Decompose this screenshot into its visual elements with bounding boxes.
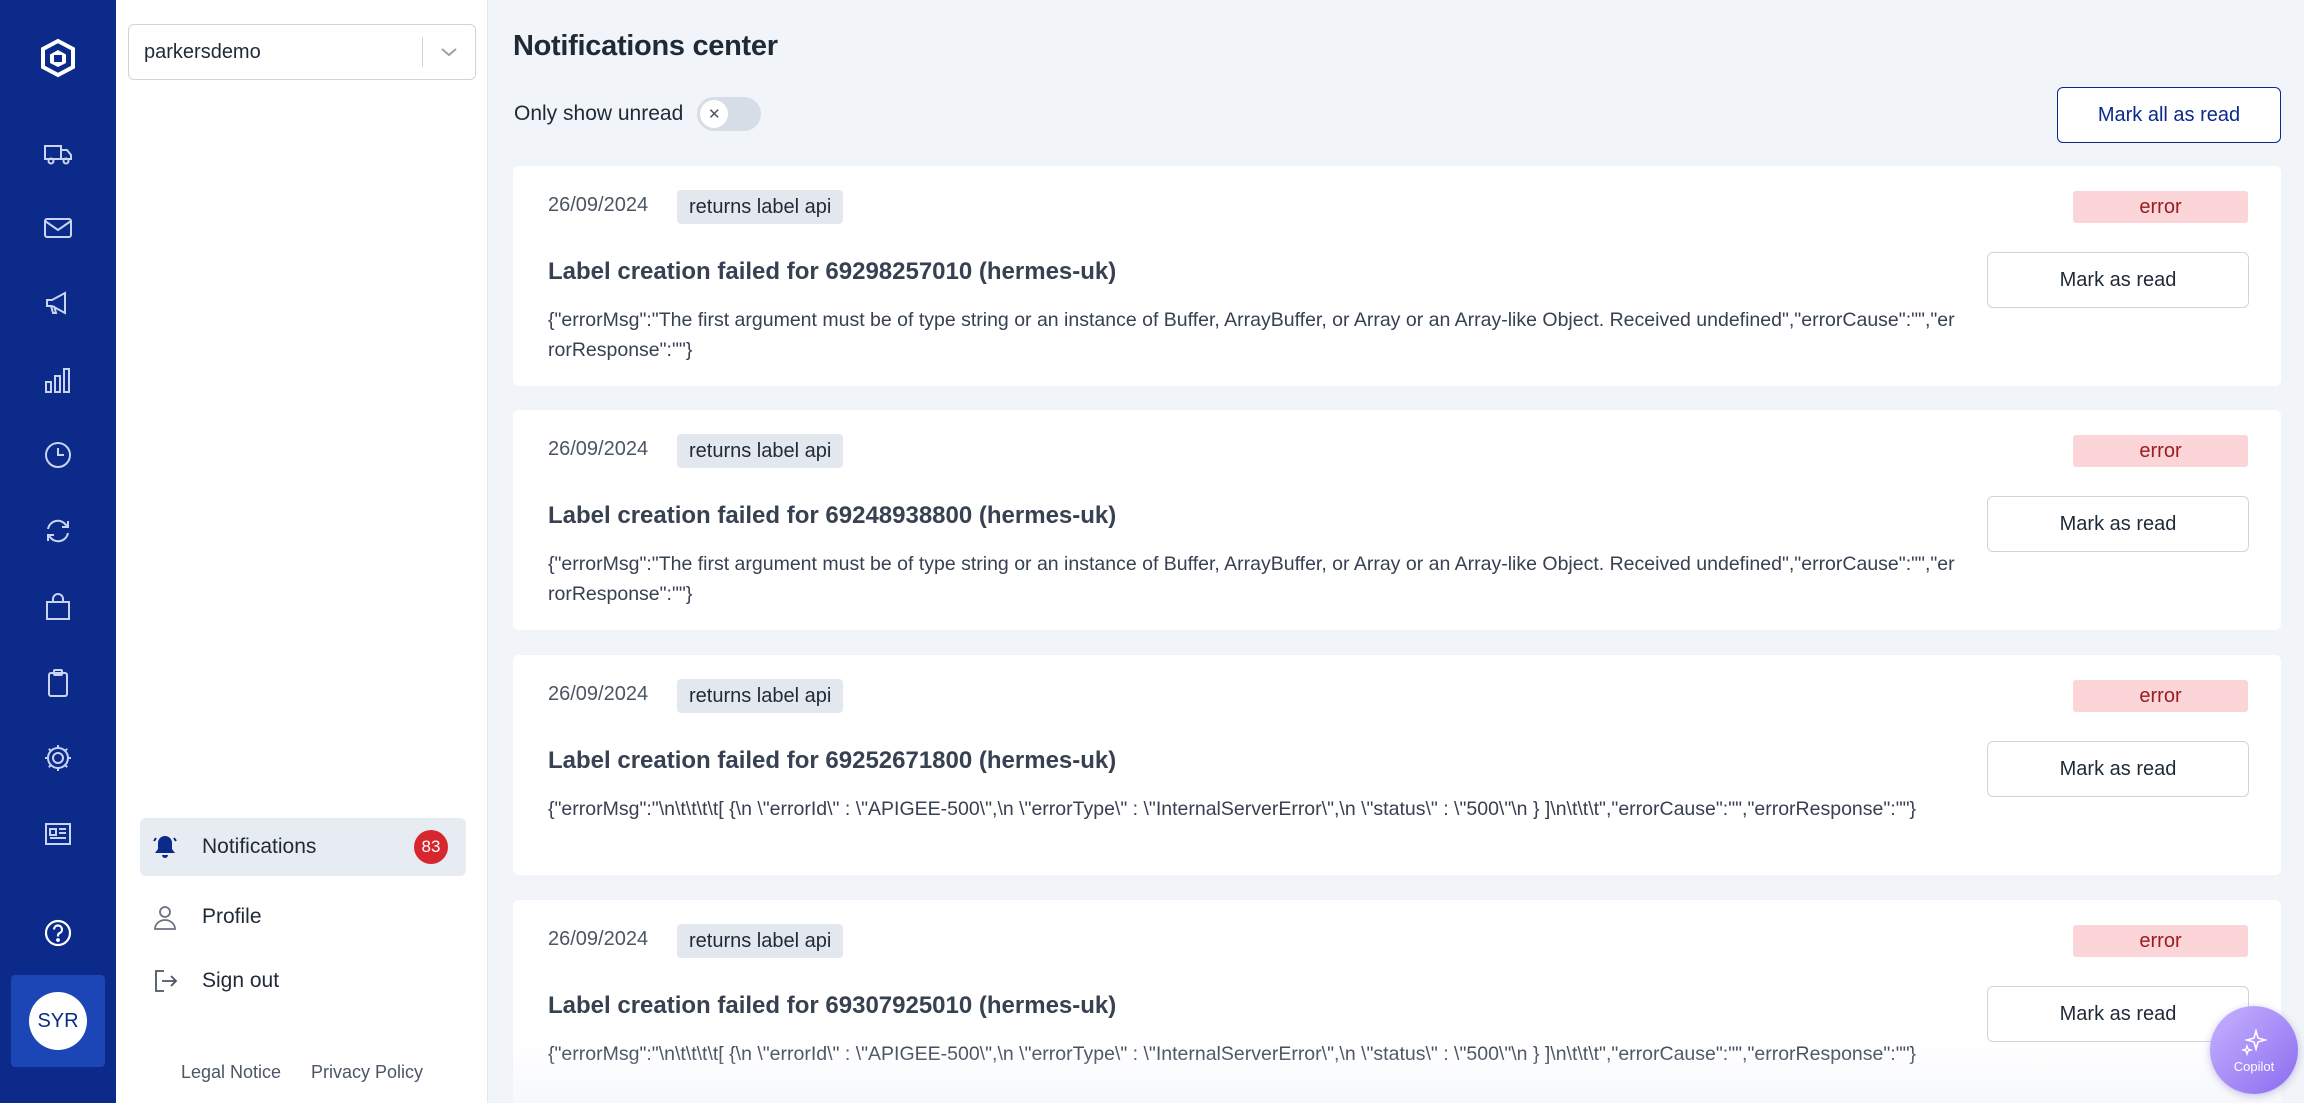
help-icon[interactable] [40, 915, 76, 951]
status-badge: error [2073, 925, 2248, 957]
refresh-icon[interactable] [40, 513, 76, 549]
page-title: Notifications center [513, 30, 778, 62]
sidebar-item-label: Sign out [202, 969, 280, 992]
notification-tag: returns label api [677, 679, 844, 713]
notification-count-badge: 83 [414, 830, 448, 864]
mark-as-read-button[interactable]: Mark as read [1987, 496, 2249, 552]
shopping-bag-icon[interactable] [40, 589, 76, 625]
legal-notice-link[interactable]: Legal Notice [181, 1062, 281, 1083]
organization-select-value: parkersdemo [144, 40, 261, 63]
unread-filter: Only show unread ✕ [514, 97, 762, 131]
notification-body: {"errorMsg":"\n\t\t\t\t[ {\n \"errorId\"… [548, 1043, 1917, 1065]
bell-icon [150, 832, 180, 862]
notification-date: 26/09/2024 [548, 438, 649, 460]
sidebar-item-notifications[interactable]: Notifications 83 [140, 818, 466, 876]
notification-title: Label creation failed for 69252671800 (h… [548, 747, 1117, 774]
sidebar: parkersdemo Notifications 83 Profile Sig… [116, 0, 488, 1103]
privacy-policy-link[interactable]: Privacy Policy [311, 1062, 423, 1083]
notification-card: 26/09/2024 returns label api error Label… [513, 900, 2281, 1103]
notification-card: 26/09/2024 returns label api error Label… [513, 166, 2281, 386]
mark-all-as-read-button[interactable]: Mark all as read [2057, 87, 2281, 143]
notification-date: 26/09/2024 [548, 194, 649, 216]
notification-body: {"errorMsg":"\n\t\t\t\t[ {\n \"errorId\"… [548, 798, 1917, 820]
notification-tag: returns label api [677, 190, 844, 224]
notification-title: Label creation failed for 69298257010 (h… [548, 258, 1117, 285]
close-icon: ✕ [700, 100, 729, 128]
status-badge: error [2073, 191, 2248, 223]
mark-as-read-button[interactable]: Mark as read [1987, 986, 2249, 1042]
user-menu[interactable]: SYR [11, 975, 105, 1067]
main-content: Notifications center Only show unread ✕ … [488, 0, 2304, 1103]
truck-icon[interactable] [40, 135, 76, 171]
settings-icon[interactable] [40, 740, 76, 776]
notification-date: 26/09/2024 [548, 683, 649, 705]
newspaper-icon[interactable] [40, 816, 76, 852]
copilot-button[interactable]: Copilot [2210, 1006, 2298, 1094]
sidebar-item-label: Notifications [202, 835, 317, 858]
notification-date: 26/09/2024 [548, 928, 649, 950]
notification-tag: returns label api [677, 924, 844, 958]
avatar: SYR [29, 992, 87, 1050]
clipboard-icon[interactable] [40, 665, 76, 701]
notification-card: 26/09/2024 returns label api error Label… [513, 410, 2281, 630]
notification-tag: returns label api [677, 434, 844, 468]
notification-title: Label creation failed for 69307925010 (h… [548, 992, 1117, 1019]
clock-icon[interactable] [40, 437, 76, 473]
notification-card: 26/09/2024 returns label api error Label… [513, 655, 2281, 875]
sparkles-icon [2240, 1027, 2268, 1056]
only-unread-label: Only show unread [514, 102, 684, 125]
status-badge: error [2073, 680, 2248, 712]
notification-body: {"errorMsg":"The first argument must be … [548, 309, 1955, 361]
sidebar-item-profile[interactable]: Profile [140, 888, 466, 946]
mark-as-read-button[interactable]: Mark as read [1987, 252, 2249, 308]
chevron-down-icon[interactable] [423, 46, 475, 58]
sidebar-item-sign-out[interactable]: Sign out [140, 952, 466, 1010]
copilot-label: Copilot [2233, 1058, 2275, 1074]
mark-as-read-button[interactable]: Mark as read [1987, 741, 2249, 797]
notification-body: {"errorMsg":"The first argument must be … [548, 553, 1955, 605]
icon-rail: SYR [0, 0, 116, 1103]
sidebar-item-label: Profile [202, 905, 262, 928]
bar-chart-icon[interactable] [40, 362, 76, 398]
mail-icon[interactable] [40, 210, 76, 246]
sign-out-icon [150, 966, 180, 996]
app-logo-icon[interactable] [38, 38, 78, 78]
user-icon [150, 902, 180, 932]
sidebar-footer: Legal Notice Privacy Policy [116, 1062, 488, 1083]
notification-title: Label creation failed for 69248938800 (h… [548, 502, 1117, 529]
organization-select[interactable]: parkersdemo [128, 24, 476, 80]
only-unread-toggle[interactable]: ✕ [697, 97, 762, 131]
megaphone-icon[interactable] [40, 285, 76, 321]
status-badge: error [2073, 435, 2248, 467]
